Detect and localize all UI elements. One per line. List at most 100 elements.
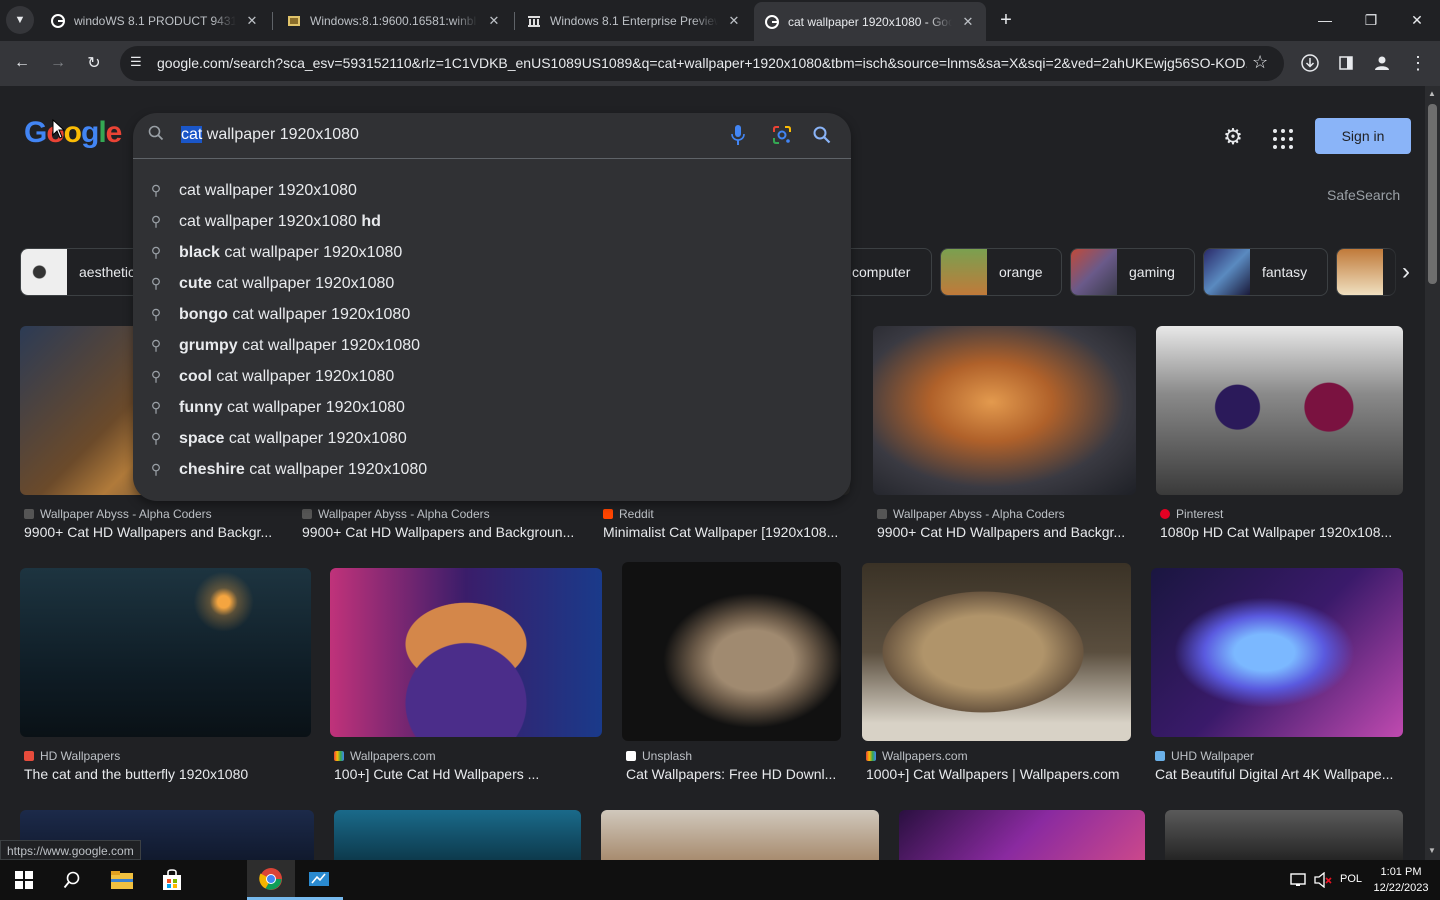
suggestion-item[interactable]: ⚲ grumpy cat wallpaper 1920x1080 [133,330,851,361]
tab-4-active[interactable]: cat wallpaper 1920x1080 - Goo ✕ [754,2,986,41]
search-icon: ⚲ [150,213,162,229]
chip-label: orange [999,264,1043,280]
suggestion-item[interactable]: ⚲ funny cat wallpaper 1920x1080 [133,392,851,423]
chip-gaming[interactable]: gaming [1070,248,1195,296]
result-source[interactable]: Wallpapers.com [334,749,436,763]
result-image[interactable] [1156,326,1403,495]
suggestion-item[interactable]: ⚲ black cat wallpaper 1920x1080 [133,237,851,268]
volume-muted-icon[interactable] [1314,871,1332,893]
scroll-down-icon[interactable]: ▼ [1428,846,1436,855]
search-icon[interactable] [48,860,96,900]
suggestion-item[interactable]: ⚲ cat wallpaper 1920x1080 [133,175,851,206]
suggestion-item[interactable]: ⚲ cool cat wallpaper 1920x1080 [133,361,851,392]
search-submit-icon[interactable] [813,126,831,149]
new-tab-button[interactable]: + [992,6,1020,34]
chip-fantasy[interactable]: fantasy [1203,248,1328,296]
network-icon[interactable] [1290,872,1308,893]
search-box[interactable]: cat wallpaper 1920x1080 ⚲ cat wallpaper 1… [133,113,851,501]
result-source[interactable]: Pinterest [1160,507,1223,521]
tab-search-button[interactable]: ▼ [6,6,34,34]
result-source[interactable]: HD Wallpapers [24,749,120,763]
result-image[interactable] [330,568,602,737]
google-logo[interactable]: Google [24,116,122,150]
tab-2[interactable]: Windows:8.1:9600.16581:winbl ✕ [276,6,512,36]
result-source[interactable]: Unsplash [626,749,692,763]
result-caption[interactable]: Minimalist Cat Wallpaper [1920x108... [603,524,853,540]
download-icon[interactable] [1296,49,1324,77]
close-icon[interactable]: ✕ [960,14,976,30]
close-icon[interactable]: ✕ [244,13,260,29]
page-scrollbar[interactable]: ▲ ▼ [1425,86,1440,860]
result-source[interactable]: Wallpaper Abyss - Alpha Coders [877,507,1065,521]
suggestion-item[interactable]: ⚲ cute cat wallpaper 1920x1080 [133,268,851,299]
chip-orange[interactable]: orange [940,248,1062,296]
result-image[interactable] [601,810,879,860]
result-caption[interactable]: 9900+ Cat HD Wallpapers and Backgr... [24,524,279,540]
apps-grid-icon[interactable] [1270,126,1296,152]
language-indicator[interactable]: POL [1340,873,1362,885]
chip-aesthetic[interactable]: aesthetic [20,248,140,296]
suggestion-item[interactable]: ⚲ bongo cat wallpaper 1920x1080 [133,299,851,330]
profile-icon[interactable] [1368,49,1396,77]
google-lens-icon[interactable] [772,125,792,150]
chrome-icon[interactable] [247,860,295,900]
windows-start-icon[interactable] [0,860,48,900]
taskbar-clock[interactable]: 1:01 PM 12/22/2023 [1368,864,1434,896]
result-image[interactable] [1165,810,1403,860]
result-caption[interactable]: Cat Beautiful Digital Art 4K Wallpape... [1155,766,1403,782]
scrollbar-thumb[interactable] [1428,104,1437,284]
tab-divider [514,12,515,30]
result-source[interactable]: Wallpaper Abyss - Alpha Coders [24,507,212,521]
file-explorer-icon[interactable] [98,860,146,900]
settings-gear-icon[interactable]: ⚙ [1219,124,1247,152]
microphone-icon[interactable] [730,124,746,151]
store-icon[interactable] [148,860,196,900]
close-icon[interactable]: ✕ [726,13,742,29]
result-caption[interactable]: 9900+ Cat HD Wallpapers and Backgr... [877,524,1133,540]
result-source[interactable]: UHD Wallpaper [1155,749,1254,763]
result-image[interactable] [873,326,1136,495]
window-close-button[interactable]: ✕ [1394,0,1440,40]
result-caption[interactable]: The cat and the butterfly 1920x1080 [24,766,311,782]
reload-button[interactable]: ↻ [80,49,108,77]
chip-computer[interactable]: computer [838,248,932,296]
result-caption[interactable]: Cat Wallpapers: Free HD Downl... [626,766,840,782]
suggestion-item[interactable]: ⚲ cheshire cat wallpaper 1920x1080 [133,454,851,485]
result-image[interactable] [20,568,311,737]
app-icon[interactable] [295,860,343,900]
result-source[interactable]: Reddit [603,507,654,521]
result-image[interactable] [622,562,841,741]
address-bar[interactable]: ☰ google.com/search?sca_esv=593152110&rl… [120,46,1284,81]
result-caption[interactable]: 1000+] Cat Wallpapers | Wallpapers.com [866,766,1131,782]
search-input-row[interactable]: cat wallpaper 1920x1080 [133,113,851,159]
search-input[interactable]: cat wallpaper 1920x1080 [181,126,359,144]
result-source[interactable]: Wallpaper Abyss - Alpha Coders [302,507,490,521]
result-image[interactable] [862,563,1131,741]
result-image[interactable] [334,810,581,860]
restore-button[interactable]: ❐ [1348,0,1394,40]
suggestion-item[interactable]: ⚲ cat wallpaper 1920x1080 hd [133,206,851,237]
tab-3[interactable]: Windows 8.1 Enterprise Preview ✕ [516,6,752,36]
scroll-up-icon[interactable]: ▲ [1428,89,1436,98]
side-panel-icon[interactable] [1332,49,1360,77]
result-caption[interactable]: 9900+ Cat HD Wallpapers and Backgroun... [302,524,584,540]
star-icon[interactable]: ☆ [1252,52,1268,73]
tab-1[interactable]: windoWS 8.1 PRODUCT 9431 - ✕ [40,6,270,36]
minimize-button[interactable]: — [1302,0,1348,40]
url-text[interactable]: google.com/search?sca_esv=593152110&rlz=… [157,55,1247,71]
query-text: wallpaper 1920x1080 [202,126,359,143]
suggestion-item[interactable]: ⚲ space cat wallpaper 1920x1080 [133,423,851,454]
chevron-right-icon[interactable]: › [1386,241,1425,303]
safesearch-button[interactable]: SafeSearch [1327,187,1400,203]
result-image[interactable] [899,810,1145,860]
site-info-icon[interactable]: ☰ [130,54,142,70]
back-button[interactable]: ← [8,49,36,77]
result-caption[interactable]: 1080p HD Cat Wallpaper 1920x108... [1160,524,1402,540]
forward-button[interactable]: → [44,49,72,77]
result-source[interactable]: Wallpapers.com [866,749,968,763]
close-icon[interactable]: ✕ [486,13,502,29]
result-caption[interactable]: 100+] Cute Cat Hd Wallpapers ... [334,766,604,782]
sign-in-button[interactable]: Sign in [1315,118,1411,154]
menu-icon[interactable]: ⋮ [1404,49,1432,77]
result-image[interactable] [1151,568,1403,737]
